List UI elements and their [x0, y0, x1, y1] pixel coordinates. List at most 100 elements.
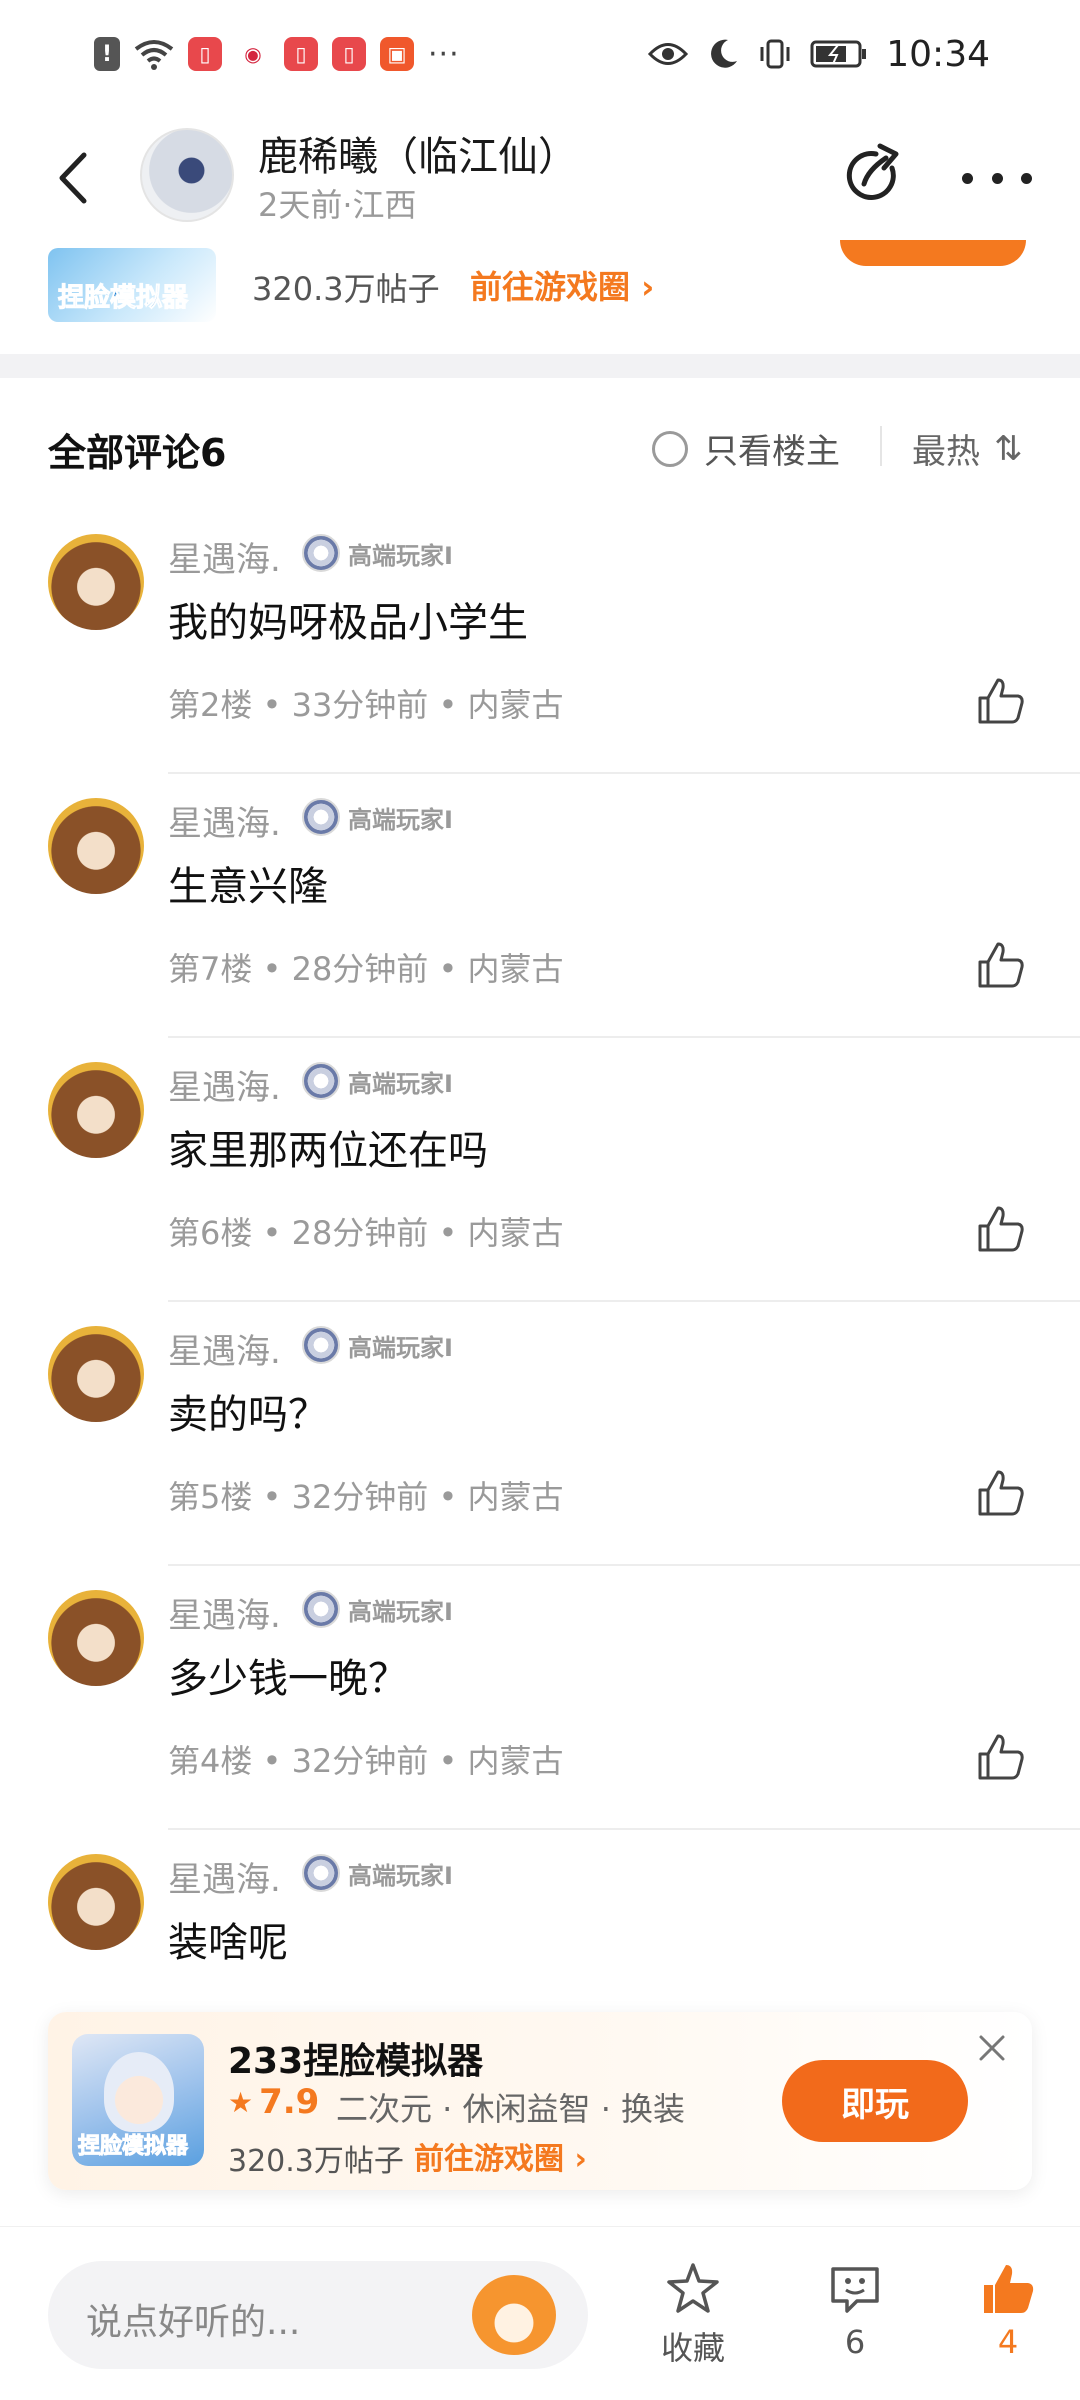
comment-text: 家里那两位还在吗 [168, 1128, 488, 1174]
comments-title: 全部评论6 [48, 431, 227, 475]
user-badge: 高端玩家I [302, 1326, 453, 1364]
game-post-count: 320.3万帖子 [252, 270, 440, 308]
avatar[interactable] [48, 1062, 144, 1158]
comment-icon [831, 2267, 879, 2313]
comment-author[interactable]: 星遇海. [168, 1588, 281, 1637]
close-card-button[interactable] [972, 2028, 1012, 2068]
comment-meta: 第6楼 • 28分钟前 • 内蒙古 [168, 1214, 564, 1252]
comment-meta: 第5楼 • 32分钟前 • 内蒙古 [168, 1478, 564, 1516]
like-icon[interactable] [976, 1468, 1026, 1518]
battery-icon [810, 40, 867, 68]
like-icon[interactable] [976, 1204, 1026, 1254]
comment-item[interactable]: 星遇海. 高端玩家I 生意兴隆 第7楼 • 28分钟前 • 内蒙古 [0, 774, 1080, 1038]
like-icon[interactable] [976, 676, 1026, 726]
moon-icon [711, 39, 738, 68]
comment-author[interactable]: 星遇海. [168, 532, 281, 581]
more-options-button[interactable] [962, 148, 1032, 208]
comment-item[interactable]: 星遇海. 高端玩家I 家里那两位还在吗 第6楼 • 28分钟前 • 内蒙古 [0, 1038, 1080, 1302]
more-notifications-icon: ··· [428, 36, 460, 72]
wifi-icon [134, 40, 174, 70]
game-card-circle-link[interactable]: 前往游戏圈 › [414, 2134, 587, 2178]
comment-author[interactable]: 星遇海. [168, 1852, 281, 1901]
badge-icon [302, 1062, 340, 1100]
comment-item[interactable]: 星遇海. 高端玩家I 多少钱一晚？ 第4楼 • 32分钟前 • 内蒙古 [0, 1566, 1080, 1830]
comments-button[interactable]: 6 [800, 2261, 910, 2361]
game-card-title[interactable]: 233捏脸模拟器 [228, 2032, 483, 2084]
comment-list: 星遇海. 高端玩家I 我的妈呀极品小学生 第2楼 • 33分钟前 • 内蒙古 星… [0, 510, 1080, 2010]
book-app-icon: ▯ [332, 37, 366, 71]
comment-item[interactable]: 星遇海. 高端玩家I 卖的吗？ 第5楼 • 32分钟前 • 内蒙古 [0, 1302, 1080, 1566]
clock: 10:34 [886, 33, 990, 75]
author-name[interactable]: 鹿稀曦（临江仙） [258, 124, 578, 182]
dot-icon [1021, 172, 1032, 184]
comment-text: 生意兴隆 [168, 864, 328, 910]
badge-icon [302, 1854, 340, 1892]
user-badge: 高端玩家I [302, 534, 453, 572]
game-card-logo[interactable]: 捏脸模拟器 [72, 2034, 204, 2166]
game-app-icon: ▣ [380, 37, 414, 71]
comment-meta: 第2楼 • 33分钟前 • 内蒙古 [168, 686, 564, 724]
like-post-button[interactable]: 4 [953, 2261, 1063, 2361]
comment-meta: 第7楼 • 28分钟前 • 内蒙古 [168, 950, 564, 988]
star-icon: ★ [228, 2085, 254, 2119]
divider [880, 426, 882, 466]
author-meta: 2天前·江西 [258, 186, 417, 224]
eye-icon [648, 43, 689, 65]
star-outline-icon [667, 2263, 719, 2313]
like-filled-icon [984, 2265, 1034, 2313]
favorite-button[interactable]: 收藏 [638, 2261, 748, 2369]
only-op-toggle[interactable]: 只看楼主 [652, 424, 840, 473]
comment-author[interactable]: 星遇海. [168, 796, 281, 845]
comment-meta: 第4楼 • 32分钟前 • 内蒙古 [168, 1742, 564, 1780]
comment-text: 卖的吗？ [168, 1392, 328, 1438]
comment-item[interactable]: 星遇海. 高端玩家I 我的妈呀极品小学生 第2楼 • 33分钟前 • 内蒙古 [0, 510, 1080, 774]
badge-icon [302, 798, 340, 836]
avatar[interactable] [48, 1590, 144, 1686]
game-card-post-count: 320.3万帖子 [228, 2144, 404, 2179]
game-rating: ★ 7.9 [228, 2082, 320, 2122]
play-now-button[interactable]: 即玩 [782, 2060, 968, 2142]
badge-icon [302, 534, 340, 572]
game-promo-card[interactable]: 捏脸模拟器 233捏脸模拟器 ★ 7.9 二次元 · 休闲益智 · 换装 320… [48, 2012, 1032, 2190]
avatar[interactable] [48, 1326, 144, 1422]
game-tags: 二次元 · 休闲益智 · 换装 [336, 2090, 686, 2128]
chevron-left-icon [59, 152, 87, 204]
comment-input-placeholder: 说点好听的... [86, 2302, 301, 2343]
comment-author[interactable]: 星遇海. [168, 1324, 281, 1373]
dot-icon [962, 172, 973, 184]
avatar[interactable] [48, 534, 144, 630]
game-strip: 捏脸模拟器 320.3万帖子 前往游戏圈 › [0, 240, 1080, 350]
back-button[interactable] [48, 148, 98, 208]
comment-text: 多少钱一晚？ [168, 1656, 408, 1702]
weibo-app-icon: ◉ [236, 37, 270, 71]
user-badge: 高端玩家I [302, 1062, 453, 1100]
avatar[interactable] [48, 798, 144, 894]
badge-icon [302, 1590, 340, 1628]
like-icon[interactable] [976, 940, 1026, 990]
game-logo[interactable]: 捏脸模拟器 [48, 248, 216, 322]
share-button[interactable] [840, 142, 908, 210]
avatar[interactable] [48, 1854, 144, 1950]
sort-icon: ⇅ [994, 428, 1023, 469]
comment-text: 装啥呢 [168, 1920, 288, 1966]
share-icon [846, 143, 899, 200]
author-avatar[interactable] [140, 128, 234, 222]
close-icon [979, 2035, 1005, 2061]
follow-button-partial[interactable] [840, 240, 1026, 266]
dot-icon [991, 172, 1003, 184]
section-divider [0, 354, 1080, 378]
comment-author[interactable]: 星遇海. [168, 1060, 281, 1109]
comment-input[interactable]: 说点好听的... [48, 2261, 588, 2369]
user-badge: 高端玩家I [302, 1854, 453, 1892]
book-app-icon: ▯ [188, 37, 222, 71]
go-to-game-circle-link[interactable]: 前往游戏圈 › [470, 262, 654, 308]
comment-item[interactable]: 星遇海. 高端玩家I 装啥呢 [0, 1830, 1080, 2010]
mascot-emoji-icon[interactable] [472, 2275, 556, 2355]
comment-text: 我的妈呀极品小学生 [168, 600, 528, 646]
book-app-icon: ▯ [284, 37, 318, 71]
badge-icon [302, 1326, 340, 1364]
post-header: 鹿稀曦（临江仙） 2天前·江西 [0, 118, 1080, 236]
comments-header: 全部评论6 只看楼主 最热 ⇅ [0, 410, 1080, 480]
like-icon[interactable] [976, 1732, 1026, 1782]
sort-button[interactable]: 最热 ⇅ [912, 424, 1023, 473]
